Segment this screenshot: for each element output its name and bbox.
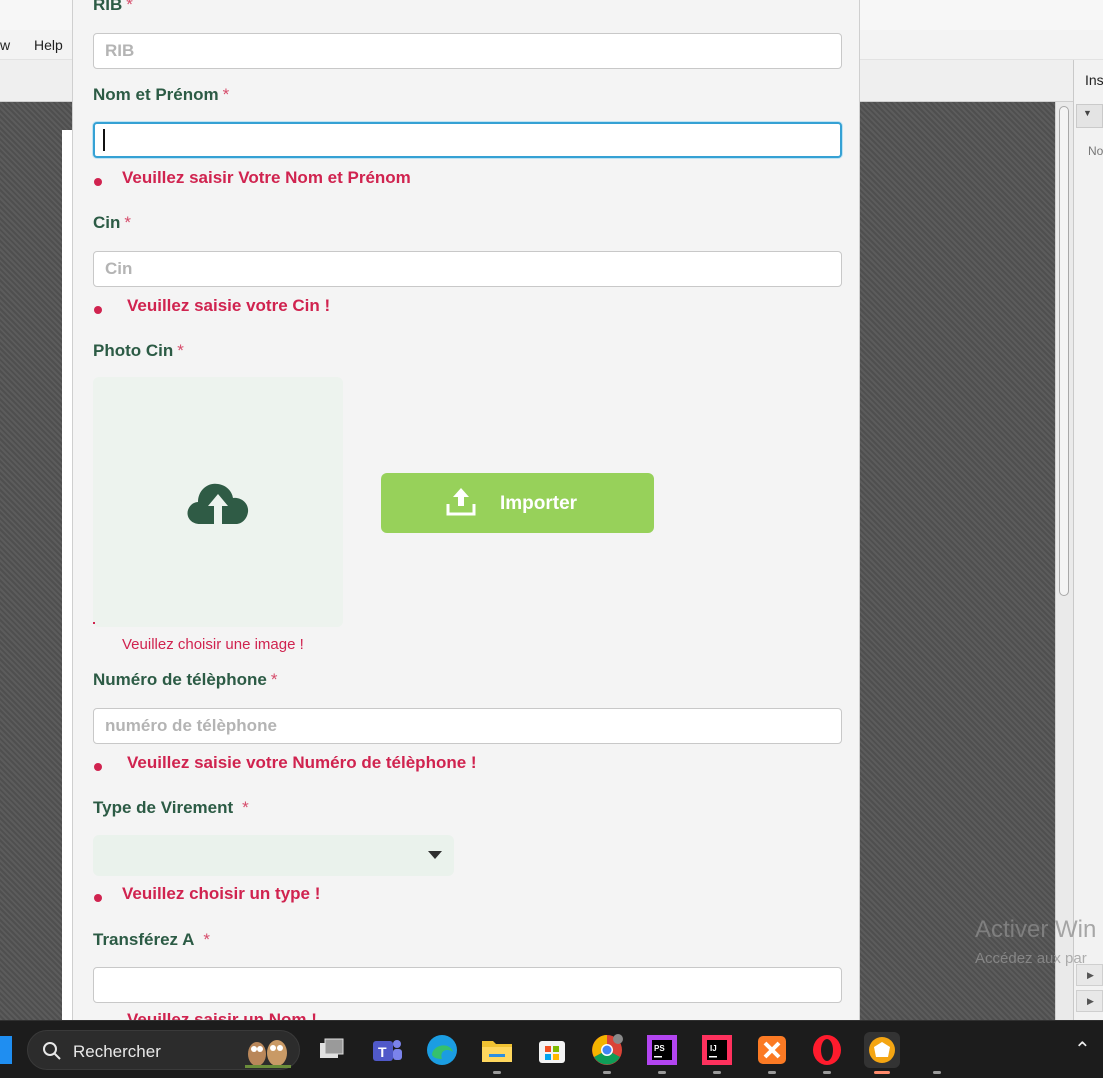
activation-watermark-subtitle: Accédez aux par	[975, 950, 1087, 967]
required-marker: *	[124, 213, 132, 232]
error-bullet	[94, 763, 102, 771]
nom-prenom-label: Nom et Prénom *	[93, 85, 230, 104]
inspector-title: Ins	[1085, 72, 1103, 88]
menu-item-help[interactable]: Help	[34, 37, 63, 53]
search-icon	[43, 1042, 61, 1060]
cloud-upload-icon	[187, 483, 249, 524]
svg-text:PS: PS	[654, 1044, 665, 1053]
file-explorer-icon[interactable]	[479, 1032, 515, 1068]
task-view-icon[interactable]	[314, 1032, 350, 1068]
intellij-icon[interactable]: IJ	[699, 1032, 735, 1068]
error-bullet	[94, 894, 102, 902]
telephone-error: Veuillez saisie votre Numéro de télèphon…	[127, 753, 477, 772]
nom-prenom-input[interactable]	[93, 122, 842, 158]
type-virement-error: Veuillez choisir un type !	[122, 884, 321, 903]
photo-cin-label: Photo Cin *	[93, 341, 184, 360]
virement-form-dialog: RIB* Nom et Prénom* Veuillez saisir Votr…	[72, 0, 860, 1020]
svg-text:T: T	[378, 1044, 387, 1060]
required-marker: *	[126, 0, 133, 14]
expand-arrow-icon[interactable]: ▶	[1076, 990, 1103, 1012]
required-marker: *	[203, 930, 211, 949]
telephone-label: Numéro de télèphone *	[93, 670, 278, 689]
taskbar: Rechercher T PS IJ ⌃	[0, 1020, 1103, 1078]
running-indicator	[768, 1071, 776, 1074]
teams-icon[interactable]: T	[369, 1032, 405, 1068]
menu-item-view[interactable]: w	[0, 37, 10, 53]
type-virement-label: Type de Virement *	[93, 798, 249, 817]
rib-label: RIB *	[93, 0, 133, 15]
activation-watermark-title: Activer Win	[975, 916, 1097, 943]
cin-input[interactable]	[93, 251, 842, 287]
running-indicator	[658, 1071, 666, 1074]
error-bullet	[93, 622, 95, 624]
canvas-scrollbar-thumb[interactable]	[1059, 106, 1069, 596]
xampp-icon[interactable]	[754, 1032, 790, 1068]
error-bullet	[94, 306, 102, 314]
chevron-down-icon[interactable]: ▼	[1083, 108, 1092, 118]
owls-illustration-icon	[245, 1040, 291, 1068]
text-caret	[103, 129, 105, 151]
cin-label: Cin *	[93, 213, 132, 232]
chevron-down-icon[interactable]	[428, 851, 442, 859]
running-indicator	[603, 1071, 611, 1074]
store-icon[interactable]	[534, 1032, 570, 1068]
chrome-icon[interactable]	[589, 1032, 625, 1068]
running-indicator	[493, 1071, 501, 1074]
error-bullet	[94, 178, 102, 186]
running-indicator	[713, 1071, 721, 1074]
required-marker: *	[222, 85, 230, 104]
svg-text:IJ: IJ	[710, 1044, 717, 1053]
taskbar-search[interactable]: Rechercher	[27, 1030, 300, 1070]
cin-error: Veuillez saisie votre Cin !	[127, 296, 331, 315]
photo-cin-error: Veuillez choisir une image !	[122, 636, 304, 653]
expand-arrow-icon[interactable]: ▶	[1076, 964, 1103, 986]
running-indicator	[823, 1071, 831, 1074]
upload-icon	[446, 488, 476, 516]
import-photo-button[interactable]: Importer	[381, 473, 654, 533]
inspector-panel	[1073, 60, 1103, 1020]
transferez-error: Veuillez saisir un Nom !	[127, 1010, 317, 1020]
nom-prenom-error: Veuillez saisir Votre Nom et Prénom	[122, 168, 411, 187]
opera-icon[interactable]	[809, 1032, 845, 1068]
telephone-input[interactable]	[93, 708, 842, 744]
required-marker: *	[242, 798, 249, 817]
inspector-text: No	[1088, 144, 1103, 158]
active-app-icon[interactable]	[864, 1032, 900, 1068]
running-indicator-active	[874, 1071, 890, 1074]
required-marker: *	[270, 670, 278, 689]
type-virement-select[interactable]	[93, 835, 454, 876]
rib-input[interactable]	[93, 33, 842, 69]
phpstorm-icon[interactable]: PS	[644, 1032, 680, 1068]
chevron-up-icon[interactable]: ⌃	[1074, 1037, 1091, 1062]
required-marker: *	[177, 341, 184, 360]
search-label: Rechercher	[73, 1042, 161, 1061]
transferez-label: Transférez A *	[93, 930, 211, 949]
windows-start-icon[interactable]	[0, 1036, 12, 1064]
edge-icon[interactable]	[424, 1032, 460, 1068]
photo-preview-dropzone[interactable]	[93, 377, 343, 627]
transferez-input[interactable]	[93, 967, 842, 1003]
import-button-label: Importer	[500, 493, 578, 514]
running-indicator	[933, 1071, 941, 1074]
